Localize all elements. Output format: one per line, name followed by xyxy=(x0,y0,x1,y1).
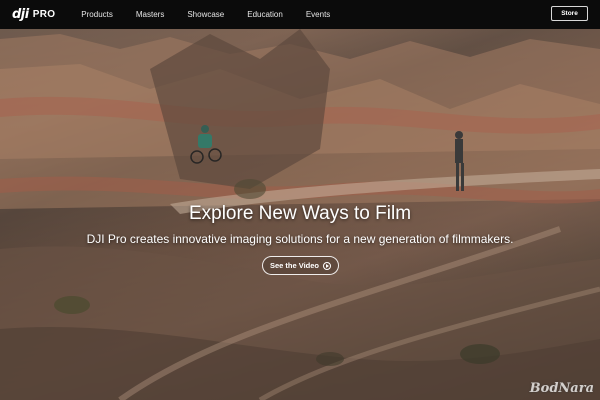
nav-item-events[interactable]: Events xyxy=(306,10,330,19)
main-nav: Products Masters Showcase Education Even… xyxy=(81,10,330,19)
nav-item-education[interactable]: Education xyxy=(247,10,283,19)
nav-item-masters[interactable]: Masters xyxy=(136,10,164,19)
watermark-logo: BodNara xyxy=(529,381,594,396)
see-the-video-button[interactable]: See the Video xyxy=(262,256,339,275)
top-navbar: dji PRO Products Masters Showcase Educat… xyxy=(0,0,600,29)
play-circle-icon xyxy=(323,261,332,270)
nav-item-products[interactable]: Products xyxy=(81,10,113,19)
see-the-video-label: See the Video xyxy=(269,261,320,270)
hero-title: Explore New Ways to Film xyxy=(188,203,412,224)
nav-item-showcase[interactable]: Showcase xyxy=(187,10,224,19)
dji-logo: dji xyxy=(12,7,29,22)
hero-subtitle: DJI Pro creates innovative imaging solut… xyxy=(86,232,514,246)
brand-product-label: PRO xyxy=(32,9,56,20)
brand-logo[interactable]: dji PRO xyxy=(12,7,55,22)
store-button[interactable]: Store xyxy=(551,6,588,21)
